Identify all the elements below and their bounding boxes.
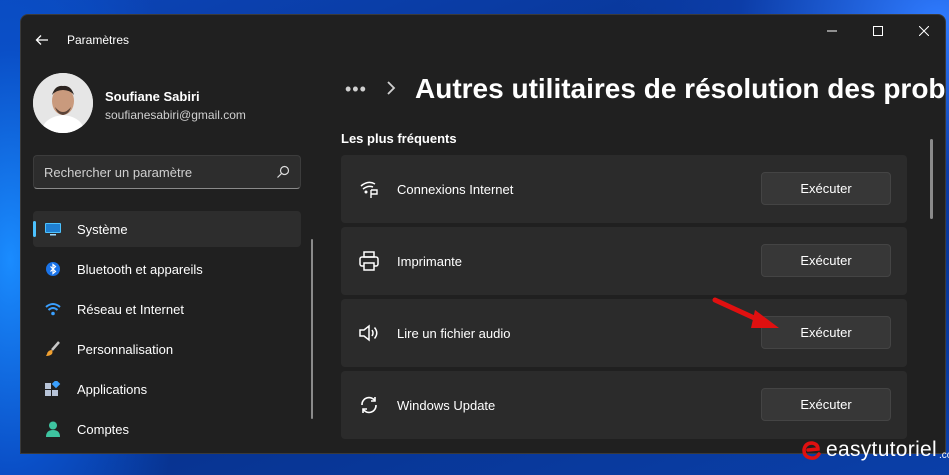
chevron-right-icon: [387, 81, 396, 95]
annotation-arrow-icon: [712, 297, 779, 328]
close-icon: [919, 26, 929, 36]
sidebar-item-label: Réseau et Internet: [77, 301, 184, 317]
minimize-button[interactable]: [809, 15, 855, 47]
sidebar-item-reseau[interactable]: Réseau et Internet: [33, 291, 301, 327]
sidebar-item-systeme[interactable]: Système: [33, 211, 301, 247]
bluetooth-icon: [45, 261, 61, 277]
wifi-icon: [45, 301, 61, 317]
sidebar-item-label: Système: [77, 221, 128, 237]
user-name: Soufiane Sabiri: [105, 89, 200, 104]
run-button-internet[interactable]: Exécuter: [761, 172, 891, 205]
page-title: Autres utilitaires de résolution des pro…: [415, 73, 946, 104]
sidebar: Soufiane Sabiri soufianesabiri@gmail.com…: [21, 61, 321, 453]
sidebar-scrollbar[interactable]: [311, 239, 313, 419]
list-item: Connexions Internet Exécuter: [341, 155, 907, 223]
sidebar-item-comptes[interactable]: Comptes: [33, 411, 301, 447]
watermark: easytutoriel .com: [800, 438, 949, 462]
title-bar: Paramètres: [21, 15, 945, 61]
watermark-text: easytutoriel: [826, 438, 937, 461]
main-content: ••• Autres utilitaires de résolution des…: [321, 61, 946, 453]
item-label: Lire un fichier audio: [397, 325, 511, 341]
run-button-windows-update[interactable]: Exécuter: [761, 388, 891, 421]
maximize-button[interactable]: [855, 15, 901, 47]
search-input[interactable]: [44, 164, 276, 180]
network-icon: [357, 177, 381, 201]
back-arrow-icon: [35, 35, 48, 45]
list-item: Imprimante Exécuter: [341, 227, 907, 295]
app-title: Paramètres: [67, 33, 130, 47]
close-button[interactable]: [901, 15, 945, 47]
sidebar-item-applications[interactable]: Applications: [33, 371, 301, 407]
settings-window: Paramètres Soufiane Sabiri soufianesabir…: [20, 14, 946, 454]
apps-icon: [45, 381, 61, 397]
monitor-icon: [45, 221, 61, 237]
watermark-suffix: .com: [939, 450, 949, 461]
easytutoriel-logo-icon: [802, 441, 821, 460]
printer-icon: [357, 249, 381, 273]
minimize-icon: [827, 30, 837, 32]
brush-icon: [45, 341, 61, 357]
main-scrollbar[interactable]: [930, 139, 933, 219]
nav-list: Système Bluetooth et appareils Réseau et…: [33, 211, 301, 451]
item-label: Imprimante: [397, 253, 463, 269]
sidebar-item-label: Comptes: [77, 421, 130, 437]
sidebar-item-label: Bluetooth et appareils: [77, 261, 203, 277]
section-title: Les plus fréquents: [341, 131, 457, 146]
user-email: soufianesabiri@gmail.com: [105, 108, 246, 122]
search-icon[interactable]: [276, 165, 290, 179]
back-button[interactable]: [29, 27, 55, 53]
sync-icon: [357, 393, 381, 417]
sidebar-item-bluetooth[interactable]: Bluetooth et appareils: [33, 251, 301, 287]
avatar[interactable]: [33, 73, 93, 133]
sidebar-item-label: Applications: [77, 381, 148, 397]
list-item: Windows Update Exécuter: [341, 371, 907, 439]
troubleshooter-list: Connexions Internet Exécuter Imprimante …: [341, 155, 907, 443]
list-item: Lire un fichier audio Exécuter: [341, 299, 907, 367]
run-button-printer[interactable]: Exécuter: [761, 244, 891, 277]
sidebar-item-label: Personnalisation: [77, 341, 174, 357]
maximize-icon: [873, 26, 883, 36]
speaker-icon: [357, 321, 381, 345]
breadcrumb-more-button[interactable]: •••: [345, 79, 367, 100]
person-icon: [45, 421, 61, 437]
item-label: Connexions Internet: [397, 181, 514, 197]
search-box[interactable]: [33, 155, 301, 189]
item-label: Windows Update: [397, 397, 496, 413]
sidebar-item-personnalisation[interactable]: Personnalisation: [33, 331, 301, 367]
user-photo: [33, 73, 93, 133]
